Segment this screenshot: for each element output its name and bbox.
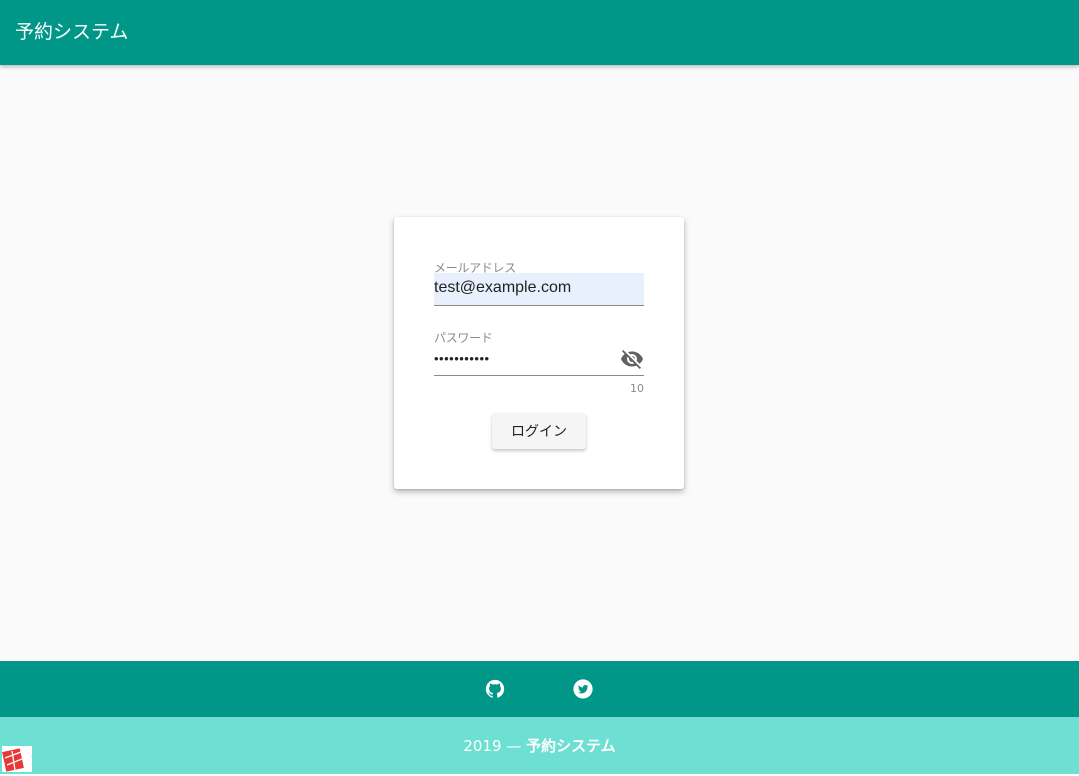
eye-off-icon[interactable] <box>620 347 644 371</box>
github-icon[interactable] <box>484 678 506 700</box>
footer-copyright: 2019 — 予約システム <box>0 735 1079 756</box>
twitter-icon[interactable] <box>572 678 594 700</box>
password-input[interactable] <box>434 348 614 368</box>
footer-social-bar <box>0 661 1079 717</box>
footer-copyright-bar: 2019 — 予約システム <box>0 717 1079 774</box>
password-char-counter: 10 <box>630 382 644 395</box>
app-logo <box>2 746 32 772</box>
footer-app-name: 予約システム <box>526 737 616 755</box>
app-title: 予約システム <box>15 21 129 43</box>
email-input[interactable] <box>434 278 639 298</box>
login-card: メールアドレス パスワード 10 ログイン <box>394 217 684 489</box>
email-field <box>434 273 644 306</box>
footer-separator: — <box>506 737 522 755</box>
password-field <box>434 343 644 376</box>
footer-year: 2019 <box>463 737 502 755</box>
app-bar: 予約システム <box>0 0 1079 65</box>
login-button[interactable]: ログイン <box>492 413 586 449</box>
